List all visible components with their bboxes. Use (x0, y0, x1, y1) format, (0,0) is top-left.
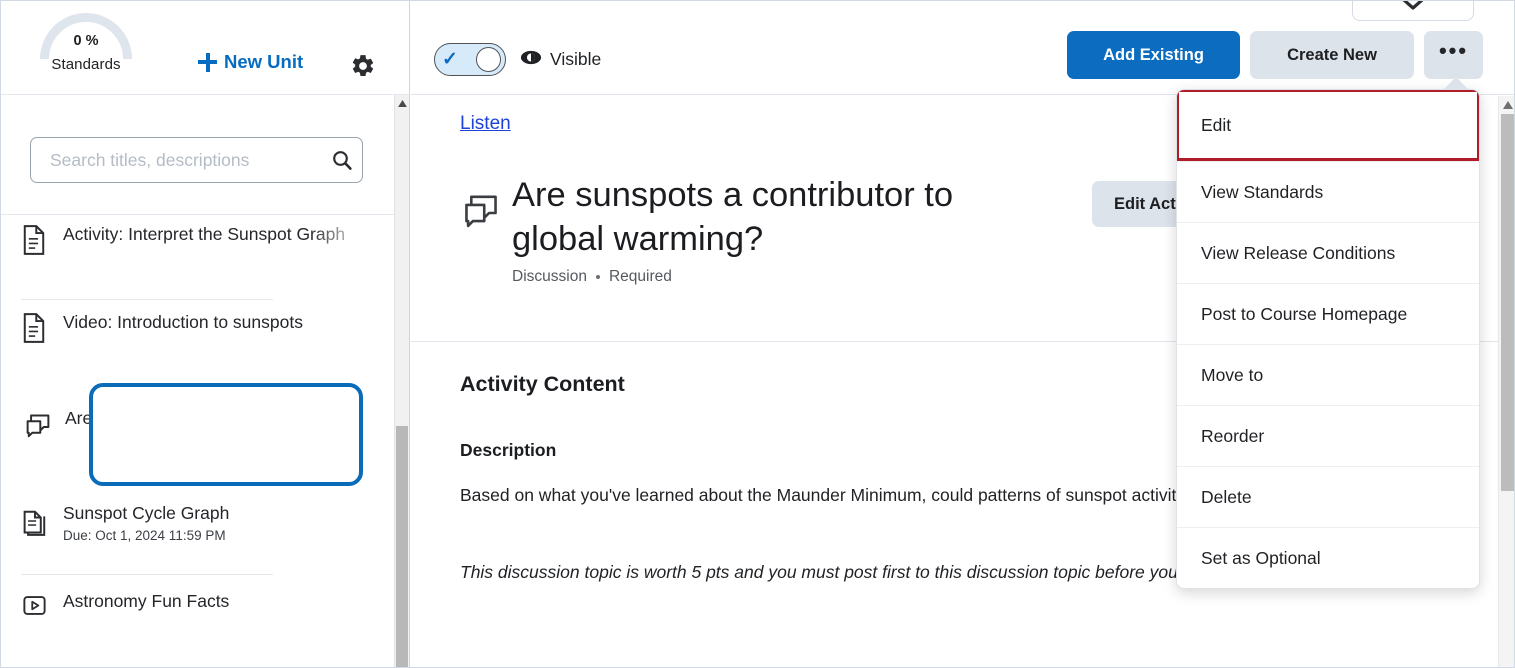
menu-item-view-release-conditions[interactable]: View Release Conditions (1177, 222, 1479, 283)
list-item[interactable]: Sunspot Cycle Graph Due: Oct 1, 2024 11:… (1, 486, 395, 572)
list-item[interactable]: Video: Introduction to sunspots (1, 299, 395, 383)
discussion-icon (23, 405, 57, 441)
search-icon[interactable] (322, 138, 362, 182)
description-heading: Description (460, 440, 557, 460)
eye-icon (520, 49, 542, 70)
check-icon: ✓ (442, 49, 458, 70)
activity-type: Discussion (512, 268, 587, 285)
activity-content-heading: Activity Content (460, 372, 625, 396)
sidebar-scrollbar-thumb[interactable] (396, 426, 408, 667)
list-item[interactable]: Activity: Interpret the Sunspot Graph (1, 215, 395, 299)
list-item-due-date: Due: Oct 1, 2024 11:59 PM (63, 528, 226, 543)
toggle-knob (476, 47, 501, 72)
menu-item-set-as-optional[interactable]: Set as Optional (1177, 527, 1479, 588)
add-existing-button[interactable]: Add Existing (1067, 31, 1240, 79)
selected-item-outline (89, 383, 363, 486)
menu-item-reorder[interactable]: Reorder (1177, 405, 1479, 466)
menu-item-delete[interactable]: Delete (1177, 466, 1479, 527)
new-unit-label: New Unit (224, 51, 304, 72)
plus-icon (198, 52, 217, 72)
list-item-body: Video: Introduction to sunspots (63, 309, 381, 335)
scroll-up-arrow-icon[interactable] (395, 95, 409, 111)
list-item-body: Activity: Interpret the Sunspot Graph (63, 221, 381, 247)
list-item[interactable]: Astronomy Fun Facts (1, 572, 395, 656)
assignment-icon (21, 500, 55, 536)
content-scrollbar[interactable] (1498, 96, 1514, 667)
menu-item-view-standards[interactable]: View Standards (1177, 161, 1479, 222)
list-item-body: Sunspot Cycle Graph Due: Oct 1, 2024 11:… (63, 500, 381, 545)
standards-percent: 0 % (73, 33, 99, 49)
list-item-title: Astronomy Fun Facts (63, 591, 230, 611)
activity-required-badge: Required (608, 268, 672, 285)
list-item-body: Astronomy Fun Facts (63, 588, 381, 614)
chevron-down-icon (1401, 1, 1425, 16)
list-item-title: Activity: Interpret the Sunspot Graph (63, 224, 346, 244)
visibility-label: Visible (550, 49, 602, 69)
new-unit-button[interactable]: New Unit (198, 51, 303, 73)
gear-icon[interactable] (350, 53, 376, 84)
activity-meta: Discussion Required (512, 268, 1012, 286)
meta-separator-dot (595, 275, 600, 279)
search-input[interactable] (48, 148, 322, 172)
more-options-menu: Edit View Standards View Release Conditi… (1176, 89, 1480, 589)
collapse-panel-control[interactable] (1352, 1, 1474, 21)
standards-progress-widget: 0 % Standards (21, 13, 151, 73)
listen-link[interactable]: Listen (460, 113, 511, 135)
sidebar-search-area (1, 95, 409, 215)
discussion-icon (460, 173, 512, 238)
content-toolbar: ✓ Visible Add Existing Create New ••• (411, 1, 1514, 95)
units-sidebar: 0 % Standards New Unit Search titles, de… (1, 1, 410, 667)
document-icon (21, 309, 55, 343)
document-icon (21, 221, 55, 255)
list-item-title: Video: Introduction to sunspots (63, 312, 303, 332)
create-new-button[interactable]: Create New (1250, 31, 1414, 79)
menu-item-move-to[interactable]: Move to (1177, 344, 1479, 405)
standards-gauge: 0 % (40, 13, 132, 59)
more-options-button[interactable]: ••• (1424, 31, 1483, 79)
search-box[interactable] (30, 137, 363, 183)
content-scrollbar-thumb[interactable] (1501, 114, 1514, 491)
sidebar-header: 0 % Standards New Unit (1, 1, 409, 95)
scroll-up-arrow-icon[interactable] (1499, 96, 1514, 114)
course-content-page: 0 % Standards New Unit Search titles, de… (0, 0, 1515, 668)
menu-item-post-to-course-homepage[interactable]: Post to Course Homepage (1177, 283, 1479, 344)
activity-title-block: Are sunspots a contributor to global war… (512, 173, 1012, 286)
visibility-toggle[interactable]: ✓ (434, 43, 506, 76)
visibility-label-group: Visible (520, 49, 601, 70)
video-icon (21, 588, 55, 619)
menu-caret-icon (1443, 77, 1469, 90)
page-title: Are sunspots a contributor to global war… (512, 176, 954, 258)
sidebar-scrollbar[interactable] (394, 95, 409, 667)
list-item-title: Sunspot Cycle Graph (63, 503, 230, 523)
menu-item-edit[interactable]: Edit (1177, 90, 1479, 161)
visibility-control: ✓ Visible (434, 43, 601, 76)
